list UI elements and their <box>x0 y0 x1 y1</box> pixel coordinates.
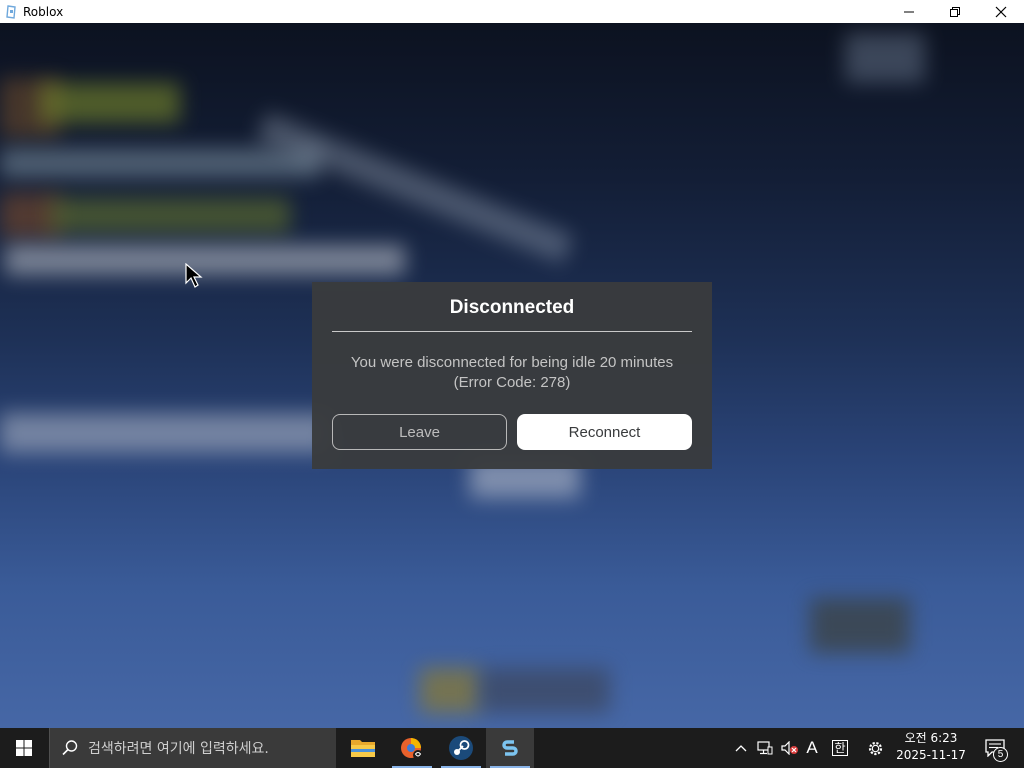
file-explorer-icon <box>351 740 375 757</box>
clock-time: 오전 6:23 <box>904 731 958 745</box>
chevron-up-icon <box>735 745 747 752</box>
dialog-divider <box>332 331 692 332</box>
network-icon <box>757 741 773 755</box>
blurred-scenery <box>50 198 290 233</box>
minimize-button[interactable] <box>886 0 932 23</box>
notification-count-badge: 5 <box>993 747 1008 762</box>
clock-date: 2025-11-17 <box>896 748 966 762</box>
restore-icon <box>950 6 960 17</box>
taskbar-app-steam[interactable] <box>437 728 485 768</box>
dialog-error-code: (Error Code: 278) <box>453 374 571 391</box>
notification-center-button[interactable]: 5 <box>980 728 1010 768</box>
taskbar-app-roblox[interactable] <box>486 728 534 768</box>
restore-button[interactable] <box>932 0 978 23</box>
steam-icon <box>449 736 473 760</box>
volume-muted-icon <box>781 741 798 755</box>
close-icon <box>995 6 1007 17</box>
roblox-studio-icon <box>502 740 518 756</box>
blurred-scenery <box>480 668 610 713</box>
leave-button[interactable]: Leave <box>332 414 507 450</box>
blurred-scenery <box>40 83 180 123</box>
blurred-scenery <box>420 668 480 713</box>
ime-korean-icon: 한 <box>832 740 848 756</box>
network-button[interactable] <box>753 728 777 768</box>
tray-overflow-button[interactable] <box>730 728 752 768</box>
taskbar-app-file-explorer[interactable] <box>339 728 387 768</box>
taskbar: 검색하려면 여기에 입력하세요. A 한 오전 6:23 2025-11-17 … <box>0 728 1024 768</box>
blurred-scenery <box>5 245 405 275</box>
ime-korean-button[interactable]: 한 <box>828 728 852 768</box>
disconnected-dialog: Disconnected You were disconnected for b… <box>312 282 712 469</box>
close-button[interactable] <box>978 0 1024 23</box>
window-titlebar[interactable]: Roblox <box>0 0 1024 23</box>
roblox-icon <box>6 4 16 19</box>
volume-button[interactable] <box>778 728 802 768</box>
start-button[interactable] <box>0 728 48 768</box>
gear-icon <box>868 741 882 755</box>
blurred-scenery <box>810 598 910 653</box>
windows-start-icon <box>16 740 32 756</box>
blurred-scenery <box>0 413 330 453</box>
taskbar-app-browser[interactable] <box>388 728 436 768</box>
mouse-cursor-icon <box>185 263 203 288</box>
reconnect-button[interactable]: Reconnect <box>517 414 692 450</box>
blurred-scenery <box>845 33 925 83</box>
dialog-message: You were disconnected for being idle 20 … <box>322 353 702 393</box>
search-icon <box>62 740 78 756</box>
dialog-message-line: You were disconnected for being idle 20 … <box>350 354 674 371</box>
dialog-title: Disconnected <box>449 297 575 318</box>
settings-button[interactable] <box>862 728 888 768</box>
search-placeholder: 검색하려면 여기에 입력하세요. <box>88 741 269 757</box>
ime-a-icon: A <box>806 738 818 757</box>
blurred-scenery <box>0 148 320 178</box>
taskbar-search-box[interactable]: 검색하려면 여기에 입력하세요. <box>49 728 336 768</box>
browser-icon <box>401 738 423 760</box>
window-title: Roblox <box>23 4 64 19</box>
ime-mode-button[interactable]: A <box>802 728 822 768</box>
blurred-scenery <box>256 112 574 264</box>
taskbar-clock[interactable]: 오전 6:23 2025-11-17 <box>892 730 970 764</box>
minimize-icon <box>904 11 914 12</box>
